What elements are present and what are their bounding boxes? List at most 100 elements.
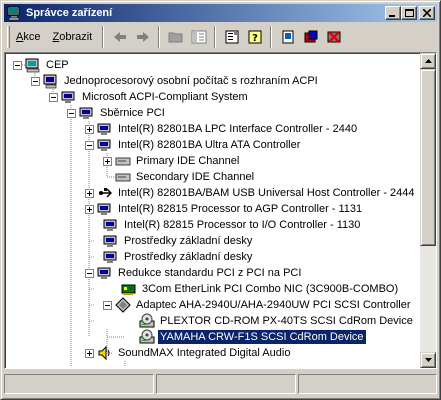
tree-row[interactable]: Secondary IDE Channel bbox=[103, 169, 256, 185]
expand-toggle[interactable] bbox=[85, 124, 94, 134]
collapse-toggle[interactable] bbox=[67, 108, 76, 118]
tree-row[interactable]: Prostředky základní desky bbox=[103, 249, 254, 265]
tree-row[interactable]: Intel(R) 82801BA/BAM USB Universal Host … bbox=[85, 185, 417, 201]
properties-icon bbox=[225, 30, 239, 44]
show-hide-tree-icon bbox=[191, 30, 207, 44]
help-button[interactable]: ? bbox=[243, 26, 266, 48]
back-button[interactable] bbox=[108, 26, 131, 48]
system-device-icon bbox=[103, 249, 119, 265]
scan-hardware-icon bbox=[282, 30, 294, 44]
back-icon bbox=[113, 32, 126, 42]
collapse-toggle[interactable] bbox=[49, 92, 58, 102]
properties-button[interactable] bbox=[220, 26, 243, 48]
status-panel bbox=[156, 374, 296, 394]
tree-row[interactable]: Intel(R) 82801BA Ultra ATA Controller bbox=[85, 137, 302, 153]
tree-item-label: Intel(R) 82801BA LPC Interface Controlle… bbox=[118, 123, 358, 135]
collapse-toggle[interactable] bbox=[13, 60, 22, 70]
network-adapter-icon bbox=[121, 281, 137, 297]
toolbar-separator bbox=[214, 26, 217, 48]
system-device-icon bbox=[61, 89, 77, 105]
computer-icon bbox=[43, 73, 59, 89]
system-device-icon bbox=[97, 121, 113, 137]
toolbar-separator bbox=[158, 26, 161, 48]
tree-item-label: Jednoprocesorový osobní počítač s rozhra… bbox=[64, 75, 318, 87]
arrow-up-icon bbox=[424, 59, 432, 63]
uninstall-icon bbox=[327, 31, 341, 43]
toolbar: Akce Zobrazit ? bbox=[4, 23, 437, 51]
show-hide-tree-button[interactable] bbox=[187, 26, 210, 48]
tree-row[interactable]: Jednoprocesorový osobní počítač s rozhra… bbox=[31, 73, 320, 89]
device-tree-pane[interactable]: CEP Jednoprocesorový osobní počítač s ro… bbox=[4, 52, 437, 369]
tree-item-label: Intel(R) 82815 Processor to I/O Controll… bbox=[124, 219, 361, 231]
update-driver-icon bbox=[304, 30, 318, 43]
tree-row-selected[interactable]: YAMAHA CRW-F1S SCSI CdRom Device bbox=[139, 329, 367, 345]
scan-hardware-button[interactable] bbox=[276, 26, 299, 48]
tree-row[interactable]: SoundMAX Integrated Digital Audio bbox=[85, 345, 292, 361]
collapse-toggle[interactable] bbox=[85, 140, 94, 150]
scsi-controller-icon bbox=[115, 297, 131, 313]
status-bar bbox=[4, 374, 437, 396]
title-bar[interactable]: Správce zařízení bbox=[4, 4, 437, 22]
system-device-icon bbox=[97, 201, 113, 217]
system-device-icon bbox=[103, 233, 119, 249]
close-button[interactable] bbox=[419, 6, 435, 20]
tree-row[interactable]: Primary IDE Channel bbox=[103, 153, 241, 169]
tree-item-label: SoundMAX Integrated Digital Audio bbox=[118, 347, 291, 359]
collapse-toggle[interactable] bbox=[103, 300, 112, 310]
vertical-scrollbar[interactable] bbox=[420, 53, 436, 368]
minimize-button[interactable] bbox=[385, 6, 401, 20]
svg-text:?: ? bbox=[252, 33, 258, 44]
system-device-icon bbox=[97, 265, 113, 281]
scroll-up-button[interactable] bbox=[420, 53, 436, 69]
tree-row[interactable]: PLEXTOR CD-ROM PX-40TS SCSI CdRom Device bbox=[139, 313, 415, 329]
system-device-icon bbox=[79, 105, 95, 121]
tree-item-label: YAMAHA CRW-F1S SCSI CdRom Device bbox=[157, 329, 367, 345]
status-panel bbox=[298, 374, 437, 394]
tree-row[interactable]: Intel(R) 82815 Processor to I/O Controll… bbox=[103, 217, 362, 233]
tree-item-label: Secondary IDE Channel bbox=[136, 171, 255, 183]
cdrom-icon bbox=[139, 329, 155, 345]
arrow-down-icon bbox=[424, 358, 432, 362]
tree-item-label: Intel(R) 82815 Processor to AGP Controll… bbox=[118, 203, 363, 215]
tree-item-label: CEP bbox=[46, 59, 69, 71]
forward-button[interactable] bbox=[131, 26, 154, 48]
expand-toggle[interactable] bbox=[85, 348, 94, 358]
tree-row[interactable]: Microsoft ACPI-Compliant System bbox=[49, 89, 250, 105]
tree-item-label: Intel(R) 82801BA Ultra ATA Controller bbox=[118, 139, 301, 151]
forward-icon bbox=[136, 32, 149, 42]
tree-row[interactable]: CEP bbox=[13, 57, 71, 73]
system-device-icon bbox=[103, 217, 119, 233]
up-folder-button[interactable] bbox=[164, 26, 187, 48]
expand-toggle[interactable] bbox=[85, 204, 94, 214]
uninstall-button[interactable] bbox=[322, 26, 345, 48]
menu-akce[interactable]: Akce bbox=[10, 29, 46, 45]
maximize-button[interactable] bbox=[401, 6, 417, 20]
device-tree[interactable]: CEP Jednoprocesorový osobní počítač s ro… bbox=[7, 55, 421, 366]
collapse-toggle[interactable] bbox=[85, 268, 94, 278]
tree-row[interactable]: Sběrnice PCI bbox=[67, 105, 167, 121]
toolbar-separator bbox=[102, 26, 105, 48]
collapse-toggle[interactable] bbox=[31, 76, 40, 86]
expand-toggle[interactable] bbox=[85, 188, 94, 198]
tree-row[interactable]: Adaptec AHA-2940U/AHA-2940UW PCI SCSI Co… bbox=[103, 297, 413, 313]
tree-row[interactable]: Intel(R) 82801BA LPC Interface Controlle… bbox=[85, 121, 359, 137]
scroll-down-button[interactable] bbox=[420, 352, 436, 368]
update-driver-button[interactable] bbox=[299, 26, 322, 48]
tree-item-label: Microsoft ACPI-Compliant System bbox=[82, 91, 248, 103]
expand-toggle[interactable] bbox=[103, 156, 112, 166]
window-title: Správce zařízení bbox=[26, 7, 113, 19]
usb-icon bbox=[97, 185, 113, 201]
menu-zobrazit[interactable]: Zobrazit bbox=[46, 29, 98, 45]
tree-item-label: Prostředky základní desky bbox=[124, 235, 253, 247]
audio-icon bbox=[97, 345, 113, 361]
tree-item-label: Adaptec AHA-2940U/AHA-2940UW PCI SCSI Co… bbox=[136, 299, 411, 311]
tree-row[interactable]: Prostředky základní desky bbox=[103, 233, 254, 249]
device-manager-window: Správce zařízení Akce Zobrazit ? CEP Jed… bbox=[0, 0, 441, 400]
tree-row[interactable]: Intel(R) 82815 Processor to AGP Controll… bbox=[85, 201, 364, 217]
tree-row[interactable]: 3Com EtherLink PCI Combo NIC (3C900B-COM… bbox=[121, 281, 400, 297]
system-device-icon bbox=[97, 137, 113, 153]
tree-row[interactable]: Redukce standardu PCI z PCI na PCI bbox=[85, 265, 303, 281]
status-panel bbox=[4, 374, 154, 394]
scroll-thumb[interactable] bbox=[420, 69, 436, 246]
maximize-icon bbox=[404, 8, 414, 17]
